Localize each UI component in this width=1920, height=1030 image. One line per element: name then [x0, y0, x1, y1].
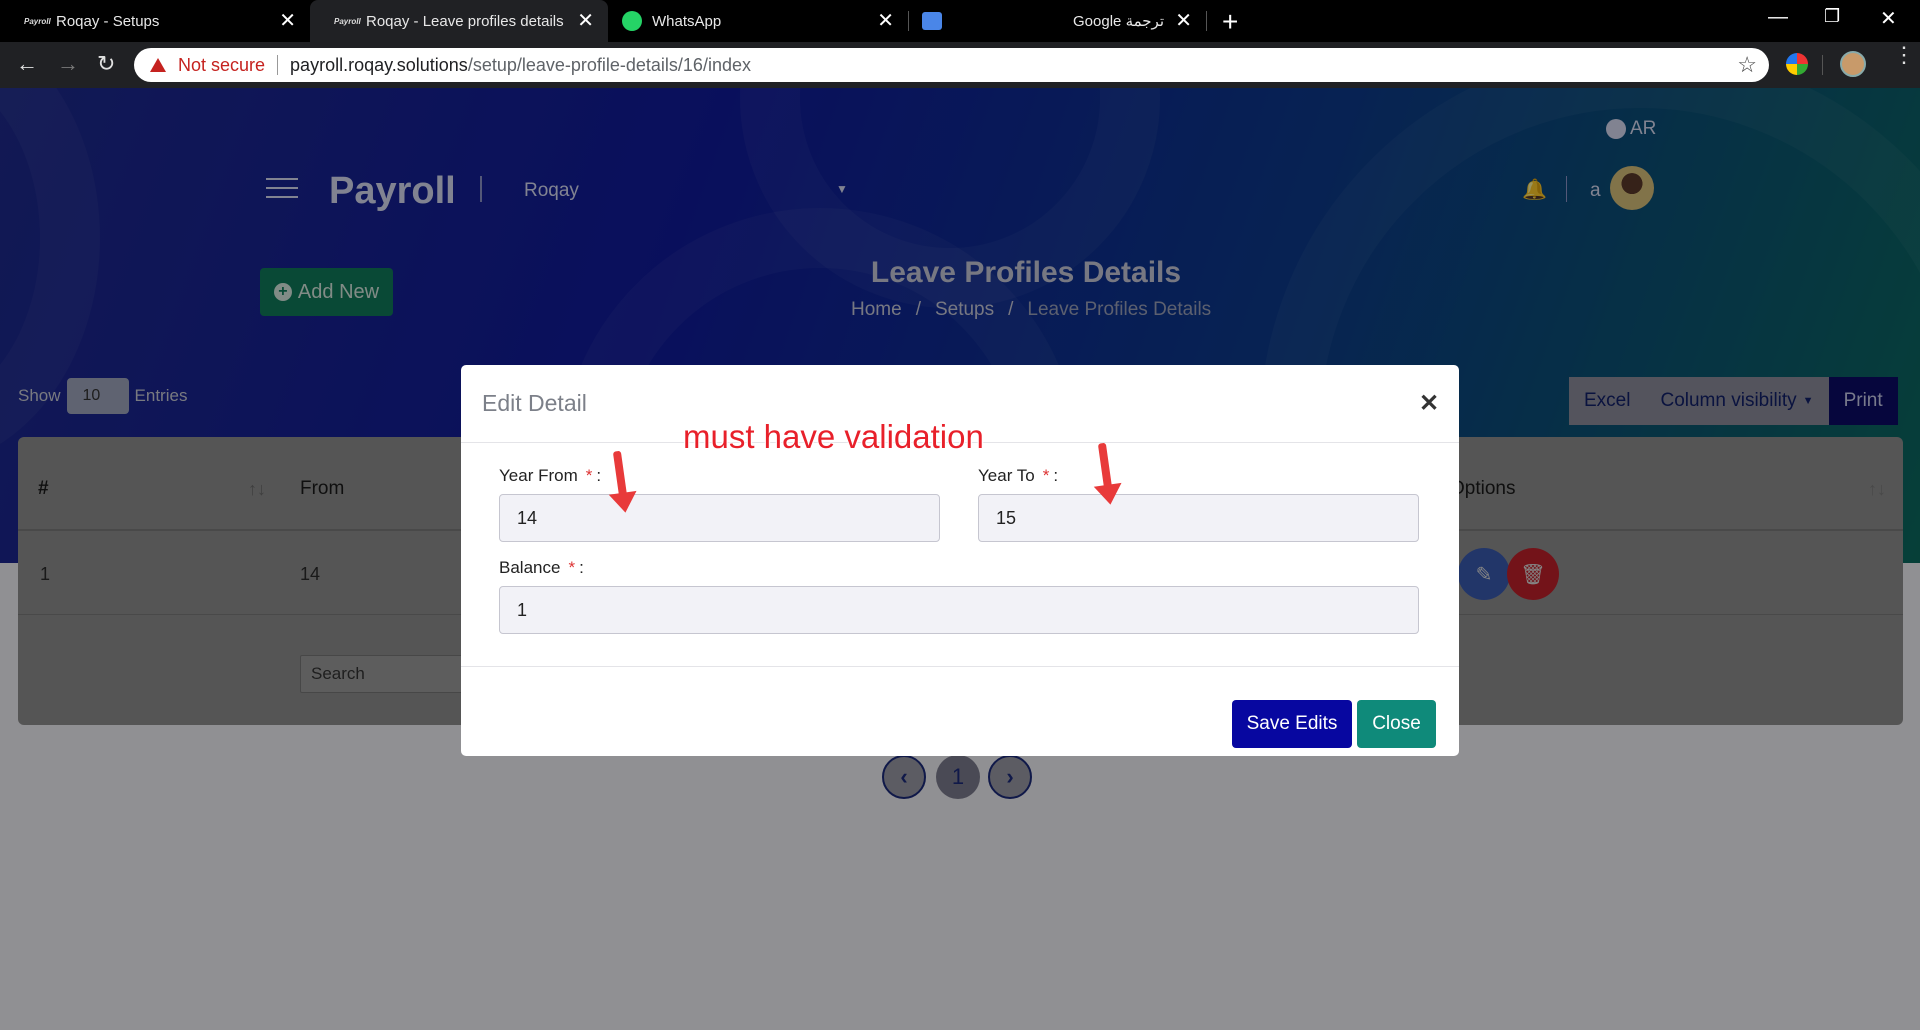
modal-title: Edit Detail [482, 390, 587, 416]
minimize-icon[interactable]: — [1768, 6, 1788, 29]
year-from-field[interactable]: 14 [499, 494, 940, 542]
required-mark: * [568, 558, 576, 577]
required-mark: * [1042, 466, 1050, 485]
url-path: /setup/leave-profile-details/16/index [467, 54, 751, 75]
balance-field[interactable]: 1 [499, 586, 1419, 634]
extension-icon[interactable] [1786, 53, 1808, 75]
browser-tab-whatsapp[interactable]: WhatsApp ✕ [608, 0, 909, 42]
browser-tab-setups[interactable]: Payroll Roqay - Setups ✕ [0, 0, 310, 42]
browser-tab-google-translate[interactable]: Google ترجمة ✕ [908, 0, 1207, 42]
payroll-favicon: Payroll [334, 16, 361, 26]
omnibox-divider [277, 55, 279, 75]
url-input[interactable]: Not secure payroll.roqay.solutions/setup… [134, 48, 1769, 82]
tab-title: Google ترجمة [1073, 13, 1164, 30]
close-icon[interactable]: ✕ [1419, 389, 1439, 418]
label-colon: : [596, 466, 602, 485]
page: Payroll Roqay ▼ AR 🔔 a + Add New Leave P… [0, 88, 1920, 1030]
tab-title: WhatsApp [652, 12, 722, 30]
warning-icon [150, 58, 166, 72]
close-icon[interactable]: ✕ [577, 11, 594, 31]
forward-icon[interactable]: → [57, 52, 79, 76]
reload-icon[interactable]: ↻ [97, 52, 115, 76]
close-icon[interactable]: ✕ [279, 11, 296, 31]
year-from-label-text: Year From [499, 466, 578, 485]
close-icon[interactable]: ✕ [877, 11, 894, 31]
whatsapp-icon [622, 11, 642, 31]
annotation-text: must have validation [683, 418, 984, 455]
year-to-label: Year To *: [978, 466, 1058, 486]
label-colon: : [1053, 466, 1059, 485]
back-icon[interactable]: ← [16, 52, 38, 76]
url-host: payroll.roqay.solutions [290, 54, 468, 75]
year-from-label: Year From *: [499, 466, 601, 486]
tab-title: Roqay - Leave profiles details [366, 12, 564, 30]
year-to-label-text: Year To [978, 466, 1035, 485]
browser-menu-icon[interactable]: ⋮ [1893, 44, 1915, 66]
year-to-field[interactable]: 15 [978, 494, 1419, 542]
restore-icon[interactable]: ❐ [1824, 6, 1840, 27]
window-close-icon[interactable]: ✕ [1880, 6, 1897, 31]
security-label[interactable]: Not secure [178, 55, 265, 76]
google-translate-icon [922, 12, 942, 30]
balance-label-text: Balance [499, 558, 561, 577]
browser-tab-leave-profiles[interactable]: Payroll Roqay - Leave profiles details ✕ [310, 0, 608, 42]
profile-avatar[interactable] [1840, 51, 1866, 77]
close-button[interactable]: Close [1357, 700, 1436, 748]
address-bar-row: ← → ↻ Not secure payroll.roqay.solutions… [0, 42, 1920, 88]
browser-tab-strip: Payroll Roqay - Setups ✕ Payroll Roqay -… [0, 0, 1920, 42]
balance-label: Balance *: [499, 558, 584, 578]
tab-title: Roqay - Setups [56, 12, 160, 30]
label-colon: : [579, 558, 584, 577]
required-mark: * [585, 466, 593, 485]
new-tab-button[interactable]: + [1222, 6, 1238, 38]
save-edits-button[interactable]: Save Edits [1232, 700, 1352, 748]
toolbar-divider [1822, 55, 1823, 75]
tab-divider [1206, 11, 1207, 31]
modal-footer-rule [461, 666, 1459, 667]
bookmark-star-icon[interactable]: ☆ [1737, 52, 1757, 78]
close-icon[interactable]: ✕ [1175, 11, 1192, 31]
payroll-favicon: Payroll [24, 16, 51, 26]
